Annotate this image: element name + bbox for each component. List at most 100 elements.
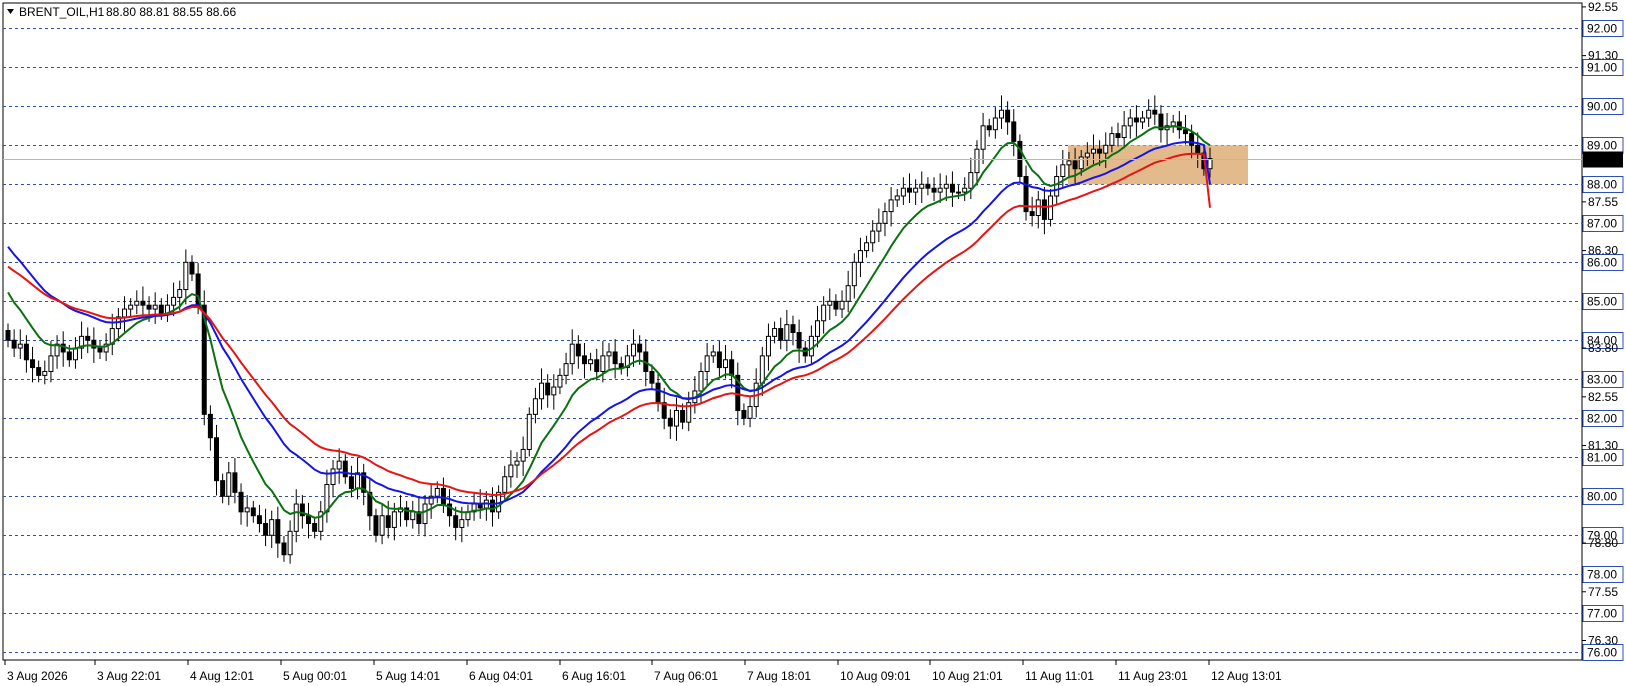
candle-body[interactable] [594, 359, 600, 372]
candle-body[interactable] [72, 347, 78, 361]
candle-body[interactable] [1035, 199, 1041, 217]
candle-body[interactable] [1127, 117, 1133, 127]
candle-body[interactable] [1103, 144, 1109, 154]
candle-body[interactable] [514, 460, 520, 466]
candle-body[interactable] [1115, 133, 1121, 139]
candle-body[interactable] [864, 242, 870, 252]
candle-body[interactable] [158, 304, 164, 314]
candle-body[interactable] [23, 343, 29, 361]
candle-body[interactable] [588, 359, 594, 365]
candle-body[interactable] [263, 523, 269, 536]
candle-body[interactable] [631, 343, 637, 357]
price-chart[interactable]: 92.0091.0090.0089.0088.0087.0086.0085.00… [0, 0, 1626, 686]
candle-body[interactable] [919, 183, 925, 189]
candle-body[interactable] [336, 460, 342, 470]
candle-body[interactable] [152, 304, 158, 310]
candle-body[interactable] [1189, 133, 1195, 146]
candle-body[interactable] [220, 480, 226, 497]
candle-body[interactable] [1090, 148, 1096, 154]
candle-body[interactable] [606, 351, 612, 357]
candle-body[interactable] [943, 183, 949, 189]
candle-body[interactable] [784, 324, 790, 341]
candle-body[interactable] [232, 472, 238, 493]
candle-body[interactable] [557, 374, 563, 388]
candle-body[interactable] [655, 382, 661, 404]
candle-body[interactable] [931, 187, 937, 193]
candle-body[interactable] [680, 409, 686, 423]
candle-body[interactable] [275, 519, 281, 544]
candle-body[interactable] [956, 191, 962, 194]
candle-body[interactable] [489, 499, 495, 513]
candle-body[interactable] [1048, 195, 1054, 220]
candle-body[interactable] [545, 382, 551, 396]
candle-body[interactable] [913, 187, 919, 193]
candle-body[interactable] [256, 515, 262, 525]
candle-body[interactable] [937, 187, 943, 193]
candle-body[interactable] [900, 187, 906, 197]
candle-body[interactable] [281, 542, 287, 556]
candle-body[interactable] [569, 343, 575, 365]
candle-body[interactable] [342, 460, 348, 478]
candle-body[interactable] [618, 363, 624, 369]
candle-body[interactable] [790, 324, 796, 333]
candle-body[interactable] [1207, 158, 1213, 170]
candle-body[interactable] [434, 487, 440, 497]
candle-body[interactable] [612, 351, 618, 365]
candle-body[interactable] [146, 304, 152, 310]
candle-body[interactable] [907, 187, 912, 193]
candle-body[interactable] [36, 367, 42, 376]
candle-body[interactable] [391, 511, 397, 528]
candle-body[interactable] [1060, 164, 1066, 178]
triangle-down-icon[interactable] [7, 9, 14, 14]
candle-body[interactable] [1066, 160, 1072, 166]
candle-body[interactable] [729, 359, 735, 376]
candle-body[interactable] [1109, 133, 1115, 146]
candle-body[interactable] [348, 476, 354, 489]
candle-body[interactable] [214, 437, 220, 482]
candle-body[interactable] [140, 300, 146, 306]
candle-body[interactable] [189, 261, 195, 275]
candle-body[interactable] [502, 476, 508, 493]
candle-body[interactable] [870, 230, 876, 244]
candle-body[interactable] [894, 195, 900, 201]
candle-body[interactable] [839, 300, 845, 310]
candle-body[interactable] [134, 300, 140, 306]
candle-body[interactable] [244, 507, 250, 513]
candle-body[interactable] [422, 503, 428, 525]
candle-body[interactable] [1097, 148, 1103, 154]
candle-body[interactable] [1054, 176, 1060, 197]
candle-body[interactable] [330, 468, 336, 486]
candle-body[interactable] [48, 355, 54, 372]
candle-body[interactable] [269, 519, 275, 536]
candle-body[interactable] [710, 351, 716, 357]
candle-body[interactable] [410, 511, 416, 521]
candle-body[interactable] [992, 117, 998, 131]
candle-body[interactable] [563, 363, 569, 376]
candle-body[interactable] [833, 300, 839, 310]
candle-body[interactable] [1121, 125, 1127, 139]
candle-body[interactable] [704, 355, 710, 372]
candle-body[interactable] [459, 519, 465, 528]
candle-body[interactable] [575, 343, 581, 357]
candle-body[interactable] [888, 199, 894, 213]
candle-body[interactable] [539, 382, 545, 400]
candle-body[interactable] [815, 320, 821, 337]
candle-body[interactable] [373, 515, 379, 536]
candle-body[interactable] [876, 222, 882, 232]
candle-body[interactable] [986, 125, 992, 131]
candle-body[interactable] [17, 343, 23, 349]
candle-body[interactable] [796, 331, 802, 349]
candle-body[interactable] [1176, 121, 1182, 131]
candle-body[interactable] [821, 304, 827, 322]
candle-body[interactable] [772, 328, 778, 337]
candle-body[interactable] [238, 491, 244, 513]
candle-body[interactable] [287, 530, 293, 556]
candle-body[interactable] [312, 523, 318, 532]
candle-body[interactable] [66, 351, 72, 361]
candle-body[interactable] [85, 335, 91, 341]
candle-body[interactable] [1029, 211, 1035, 217]
candle-body[interactable] [765, 335, 771, 357]
candle-body[interactable] [723, 359, 729, 369]
candle-body[interactable] [1182, 129, 1188, 135]
candle-body[interactable] [226, 472, 232, 497]
